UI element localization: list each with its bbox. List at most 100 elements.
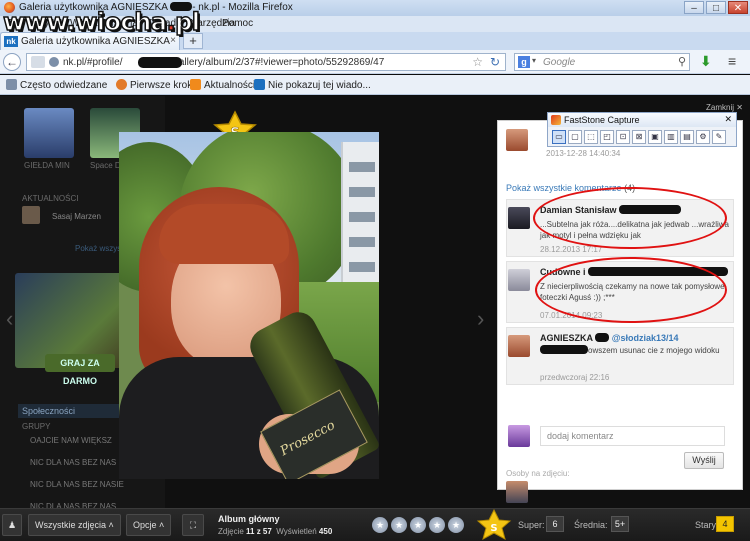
- avatar[interactable]: [508, 269, 530, 291]
- rating-stars: ★ ★ ★ ★ ★: [372, 517, 464, 533]
- search-placeholder: Google: [543, 57, 576, 68]
- comment-author[interactable]: AGNIESZKA @słodziak13/14: [540, 333, 679, 343]
- download-icon[interactable]: ⬇: [700, 53, 712, 70]
- comment-text: owszem usunac cie z mojego widoku: [540, 345, 730, 356]
- search-icon[interactable]: ⚲: [678, 55, 686, 68]
- redacted-block: [138, 57, 182, 68]
- highlight-oval: [535, 257, 727, 323]
- chevron-up-icon: ˄: [108, 520, 114, 530]
- site-identity-icon[interactable]: [31, 56, 45, 68]
- news-item[interactable]: Sasaj Marzen: [52, 212, 101, 221]
- capture-scrolling-icon[interactable]: ⊠: [632, 130, 646, 144]
- send-comment-button[interactable]: Wyślij: [684, 452, 724, 469]
- faststone-close-icon[interactable]: ✕: [724, 114, 732, 125]
- maximize-button[interactable]: □: [706, 1, 726, 14]
- nk-favicon-icon: nk: [4, 36, 18, 47]
- rate-star-icon[interactable]: ★: [372, 517, 388, 533]
- url-text: nk.pl/#profile//gallery/album/2/37#!view…: [63, 57, 385, 68]
- capture-fullscreen-icon[interactable]: ⊡: [616, 130, 630, 144]
- settings-icon[interactable]: ⚙: [696, 130, 710, 144]
- back-button[interactable]: ←: [3, 53, 21, 71]
- reload-icon[interactable]: ↻: [490, 55, 500, 69]
- average-label: Średnia:: [574, 520, 608, 530]
- tagged-person-avatar[interactable]: [506, 481, 528, 503]
- fullscreen-icon[interactable]: ⛶: [182, 514, 204, 536]
- rate-star-icon[interactable]: ★: [429, 517, 445, 533]
- page-content: GIEŁDA MIN Space Dolls AKTUALNOŚCI Sasaj…: [0, 96, 750, 541]
- communities-header: Społeczności: [18, 404, 128, 418]
- highlight-oval: [533, 187, 727, 249]
- editor-icon[interactable]: ✎: [712, 130, 726, 144]
- add-comment-input[interactable]: dodaj komentarz: [540, 426, 725, 446]
- photo-meta: Zdjęcie 11 z 57 Wyświetleń 450: [218, 527, 333, 536]
- all-photos-dropdown[interactable]: Wszystkie zdjęcia ˄: [28, 514, 121, 536]
- average-value: 5+: [611, 516, 629, 532]
- screen-recorder-icon[interactable]: ▥: [664, 130, 678, 144]
- capture-fixed-region-icon[interactable]: ▣: [648, 130, 662, 144]
- album-title[interactable]: Album główny: [218, 514, 280, 524]
- close-viewer-button[interactable]: Zamknij ✕: [706, 103, 743, 112]
- tab-close-icon[interactable]: ×: [170, 35, 176, 46]
- bookmark-news[interactable]: Aktualności: [190, 79, 255, 91]
- rss-icon: [190, 79, 201, 90]
- search-box[interactable]: g ▾ Google ⚲: [514, 53, 690, 71]
- rate-star-icon[interactable]: ★: [448, 517, 464, 533]
- output-icon[interactable]: ▤: [680, 130, 694, 144]
- comment-date: przedwczoraj 22:16: [540, 373, 610, 382]
- capture-active-window-icon[interactable]: ▭: [552, 130, 566, 144]
- url-bar[interactable]: nk.pl/#profile//gallery/album/2/37#!view…: [26, 53, 506, 71]
- super-count: 6: [546, 516, 564, 532]
- group-item[interactable]: OAJCIE NAM WIĘKSZ: [30, 436, 112, 445]
- play-free-button[interactable]: GRAJ ZA DARMO: [45, 354, 115, 386]
- photo[interactable]: Prosecco: [119, 132, 379, 479]
- svg-text:S: S: [490, 523, 497, 534]
- google-icon[interactable]: g: [518, 56, 530, 68]
- avatar: [508, 425, 530, 447]
- avatar[interactable]: [508, 335, 530, 357]
- menu-icon[interactable]: ≡: [728, 53, 736, 69]
- super-label: Super:: [518, 520, 545, 530]
- viewer-bottom-bar: ♟ Wszystkie zdjęcia ˄ Opcje ˄ ⛶ Album gł…: [0, 508, 750, 541]
- capture-freehand-icon[interactable]: ◰: [600, 130, 614, 144]
- window-controls: – □ ✕: [684, 1, 748, 14]
- close-icon: ✕: [736, 103, 743, 112]
- tab-title: Galeria użytkownika AGNIESZKA: [21, 36, 170, 47]
- search-engine-dropdown-icon[interactable]: ▾: [532, 56, 536, 65]
- bookmark-star-icon[interactable]: ☆: [472, 55, 483, 69]
- previous-photo-arrow[interactable]: ‹: [6, 306, 13, 332]
- people-in-photo-label: Osoby na zdjęciu:: [506, 469, 570, 478]
- photo-fringe: [159, 204, 289, 264]
- comment-date: 2013-12-28 14:40:34: [546, 149, 621, 158]
- group-item[interactable]: NIC DLA NAS BEZ NASIE: [30, 480, 124, 489]
- bookmark-getting-started[interactable]: Pierwsze kroki: [116, 79, 194, 91]
- menu-help[interactable]: Pomoc: [222, 18, 253, 29]
- avatar[interactable]: [22, 206, 40, 224]
- next-photo-arrow[interactable]: ›: [477, 306, 484, 332]
- game-thumbnail[interactable]: [24, 108, 74, 158]
- globe-icon: [49, 57, 59, 67]
- capture-rectangle-icon[interactable]: ⬚: [584, 130, 598, 144]
- rate-star-icon[interactable]: ★: [410, 517, 426, 533]
- options-dropdown[interactable]: Opcje ˄: [126, 514, 172, 536]
- nk-favicon-icon: [254, 79, 265, 90]
- groups-label: GRUPY: [22, 422, 51, 431]
- faststone-titlebar[interactable]: FastStone Capture ✕: [548, 113, 736, 127]
- bookmark-most-visited[interactable]: Często odwiedzane: [6, 79, 107, 91]
- old-count[interactable]: 4: [716, 516, 734, 532]
- faststone-title: FastStone Capture: [564, 115, 640, 125]
- avatar[interactable]: [506, 129, 528, 151]
- rate-star-icon[interactable]: ★: [391, 517, 407, 533]
- minimize-button[interactable]: –: [684, 1, 704, 14]
- close-window-button[interactable]: ✕: [728, 1, 748, 14]
- capture-window-object-icon[interactable]: ▢: [568, 130, 582, 144]
- group-item[interactable]: NIC DLA NAS BEZ NAS: [30, 458, 116, 467]
- game-label: GIEŁDA MIN: [24, 161, 70, 170]
- avatar[interactable]: [508, 207, 530, 229]
- chevron-up-icon: ˄: [159, 520, 165, 530]
- bookmark-nk-hide[interactable]: Nie pokazuj tej wiado...: [254, 79, 371, 91]
- faststone-capture-toolbar: FastStone Capture ✕ ▭ ▢ ⬚ ◰ ⊡ ⊠ ▣ ▥ ▤ ⚙ …: [547, 112, 737, 147]
- super-star-icon[interactable]: S: [474, 509, 514, 541]
- wiocha-watermark: www.wiocha.pl: [2, 7, 201, 37]
- faststone-tools: ▭ ▢ ⬚ ◰ ⊡ ⊠ ▣ ▥ ▤ ⚙ ✎: [552, 130, 726, 144]
- user-icon[interactable]: ♟: [2, 514, 22, 536]
